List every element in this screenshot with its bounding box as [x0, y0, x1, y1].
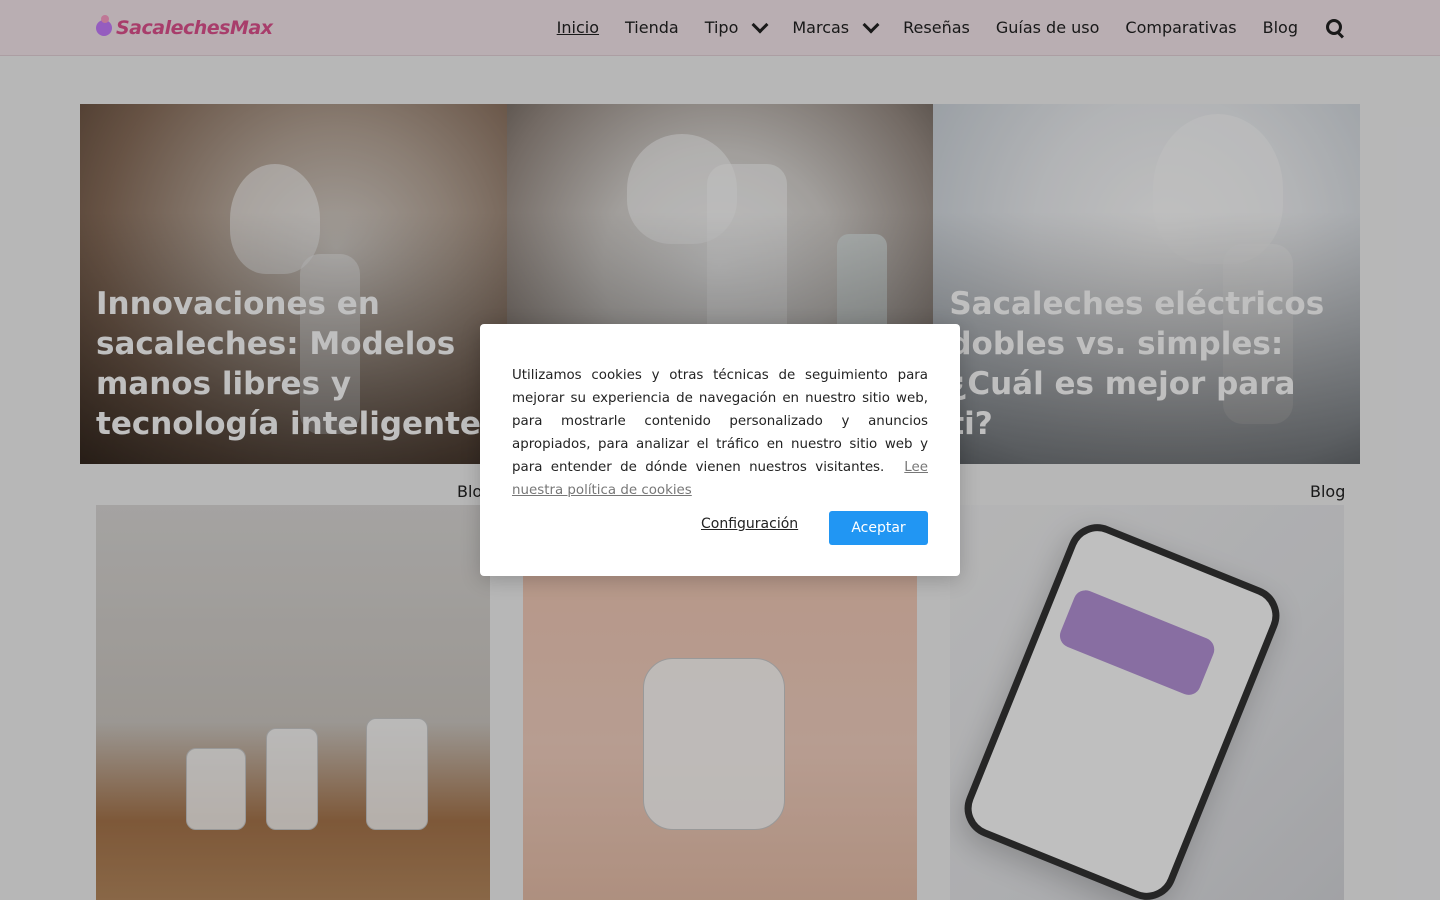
cookie-text: Utilizamos cookies y otras técnicas de s… [512, 364, 928, 502]
accept-button[interactable]: Aceptar [829, 511, 928, 545]
cookie-modal: Utilizamos cookies y otras técnicas de s… [480, 324, 960, 576]
settings-button[interactable]: Configuración [701, 516, 798, 532]
cookie-body: Utilizamos cookies y otras técnicas de s… [512, 368, 928, 475]
